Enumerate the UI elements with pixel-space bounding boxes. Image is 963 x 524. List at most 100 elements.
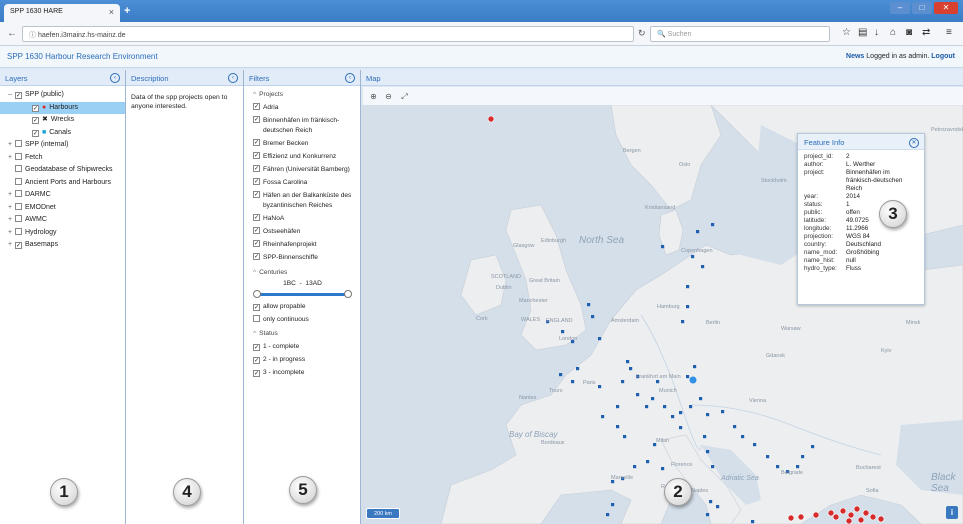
fullscreen-icon[interactable]: ⤢	[399, 91, 410, 102]
canal-marker[interactable]	[679, 426, 683, 430]
checkbox[interactable]: ✓	[253, 240, 260, 247]
home-icon[interactable]: ⌂	[890, 27, 896, 38]
harbour-marker[interactable]	[827, 509, 835, 517]
layer-checkbox[interactable]: ✓	[32, 129, 39, 137]
checkbox[interactable]: ✓	[253, 139, 260, 146]
canal-marker[interactable]	[663, 405, 667, 409]
harbour-marker[interactable]	[862, 509, 870, 517]
checkbox[interactable]: ✓	[253, 344, 260, 351]
canal-marker[interactable]	[598, 337, 602, 341]
canal-marker[interactable]	[741, 435, 745, 439]
canal-marker[interactable]	[733, 425, 737, 429]
canal-marker[interactable]	[561, 330, 565, 334]
checkbox[interactable]: ✓	[253, 152, 260, 159]
zoom-in-icon[interactable]: ⊕	[368, 91, 379, 102]
status-filter-item[interactable]: ✓ 1 - complete	[253, 342, 352, 352]
canal-marker[interactable]	[606, 513, 610, 517]
canal-marker[interactable]	[811, 445, 815, 449]
collapse-icon[interactable]: ‹	[228, 73, 238, 83]
layer-checkbox[interactable]	[15, 215, 22, 222]
layer-item[interactable]: ✓ ■ Canals	[0, 127, 125, 140]
back-arrow-icon[interactable]: ←	[7, 28, 17, 39]
slider-handle-start[interactable]	[253, 290, 261, 298]
close-icon[interactable]: ✕	[909, 138, 919, 148]
layer-checkbox[interactable]	[15, 140, 22, 147]
tab-close-icon[interactable]: ×	[109, 7, 114, 17]
canal-marker[interactable]	[766, 455, 770, 459]
project-filter-item[interactable]: ✓ Ostseehäfen	[253, 227, 352, 237]
checkbox[interactable]: ✓	[253, 227, 260, 234]
send-icon[interactable]: ⇄	[922, 27, 930, 38]
layer-item[interactable]: + AWMC	[0, 214, 125, 227]
layer-checkbox[interactable]	[15, 152, 22, 160]
checkbox[interactable]: ✓	[253, 304, 260, 311]
canal-marker[interactable]	[601, 415, 605, 419]
canal-marker[interactable]	[706, 413, 710, 417]
layer-checkbox[interactable]: ✓	[32, 117, 39, 124]
canal-marker[interactable]	[753, 443, 757, 447]
canal-marker[interactable]	[656, 380, 660, 384]
canal-marker[interactable]	[776, 465, 780, 469]
harbour-marker[interactable]	[797, 513, 805, 521]
canal-marker[interactable]	[611, 503, 615, 507]
selected-feature-marker[interactable]	[689, 376, 697, 384]
project-filter-item[interactable]: ✓ Fossa Carolina	[253, 178, 352, 188]
project-filter-item[interactable]: ✓ Binnenhäfen im fränkisch-deutschen Reic…	[253, 116, 352, 136]
layer-checkbox[interactable]: ✓	[32, 104, 39, 112]
layer-item[interactable]: + Fetch	[0, 152, 125, 165]
minimize-button[interactable]: –	[890, 2, 910, 14]
canal-marker[interactable]	[591, 315, 595, 319]
checkbox[interactable]: ✓	[253, 253, 260, 260]
collapse-tree-icon[interactable]: –	[8, 89, 15, 102]
project-filter-item[interactable]: ✓ Rheinhafenprojekt	[253, 240, 352, 250]
canal-marker[interactable]	[703, 435, 707, 439]
centuries-group-label[interactable]: ^ Centuries	[253, 267, 352, 279]
canal-marker[interactable]	[629, 367, 633, 371]
layer-item[interactable]: ✓ ✖ Wrecks	[0, 114, 125, 127]
checkbox[interactable]: ✓	[253, 370, 260, 377]
expand-tree-icon[interactable]: +	[8, 214, 15, 227]
layer-item[interactable]: ✓ ● Harbours	[0, 101, 125, 114]
canal-marker[interactable]	[623, 435, 627, 439]
canal-marker[interactable]	[645, 405, 649, 409]
checkbox[interactable]: ✓	[253, 178, 260, 185]
canal-marker[interactable]	[801, 455, 805, 459]
canal-marker[interactable]	[686, 285, 690, 289]
canal-marker[interactable]	[706, 450, 710, 454]
project-filter-item[interactable]: ✓ SPP-Binnenschiffe	[253, 253, 352, 263]
collapse-icon[interactable]: ‹	[110, 73, 120, 83]
expand-tree-icon[interactable]: +	[8, 189, 15, 202]
canal-marker[interactable]	[699, 397, 703, 401]
expand-tree-icon[interactable]: +	[8, 139, 15, 152]
harbour-marker[interactable]	[812, 511, 820, 519]
expand-tree-icon[interactable]: +	[8, 239, 15, 252]
canal-marker[interactable]	[691, 255, 695, 259]
window-close-button[interactable]: ✕	[934, 2, 958, 14]
collapse-icon[interactable]: ‹	[345, 73, 355, 83]
canal-marker[interactable]	[709, 500, 713, 504]
layer-checkbox[interactable]: ✓	[15, 92, 22, 99]
canal-marker[interactable]	[686, 305, 690, 309]
status-filter-item[interactable]: ✓ 2 - in progress	[253, 355, 352, 365]
canal-marker[interactable]	[616, 405, 620, 409]
canal-marker[interactable]	[587, 303, 591, 307]
layer-item[interactable]: + Hydrology	[0, 227, 125, 240]
url-bar[interactable]: ⓘ haefen.i3mainz.hs-mainz.de	[22, 26, 634, 42]
status-group-label[interactable]: ^ Status	[253, 328, 352, 340]
canal-marker[interactable]	[636, 393, 640, 397]
expand-tree-icon[interactable]: +	[8, 202, 15, 215]
project-filter-item[interactable]: ✓ Effizienz und Konkurrenz	[253, 152, 352, 162]
layer-checkbox[interactable]	[15, 177, 22, 185]
layer-checkbox[interactable]	[15, 165, 22, 172]
layer-item[interactable]: + DARMC	[0, 189, 125, 202]
checkbox[interactable]: ✓	[253, 357, 260, 364]
allow-propable-checkbox[interactable]: ✓ allow propable	[253, 302, 352, 312]
expand-tree-icon[interactable]: +	[8, 152, 15, 165]
layer-checkbox[interactable]	[15, 202, 22, 210]
download-icon[interactable]: ↓	[874, 27, 879, 38]
canal-marker[interactable]	[671, 415, 675, 419]
canal-marker[interactable]	[616, 425, 620, 429]
checkbox[interactable]: ✓	[253, 165, 260, 172]
harbour-marker[interactable]	[847, 511, 855, 519]
layer-checkbox[interactable]	[15, 190, 22, 197]
